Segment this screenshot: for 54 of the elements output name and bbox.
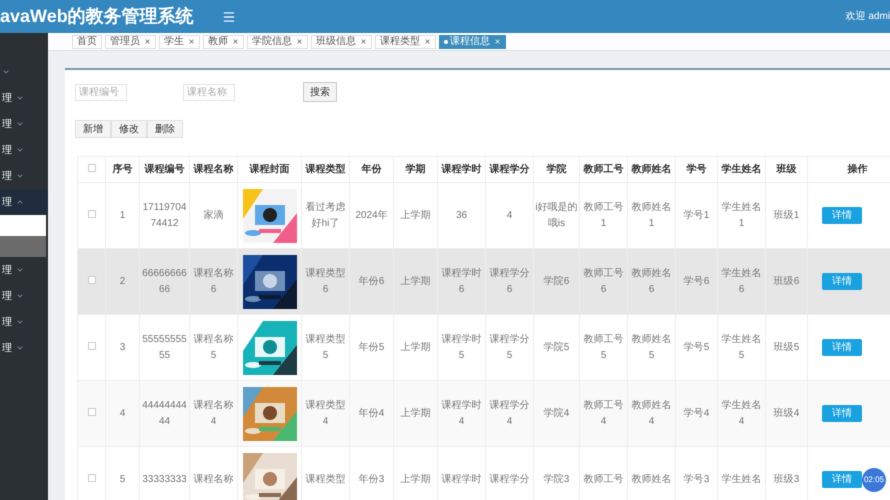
close-icon[interactable] <box>144 38 151 45</box>
action-button[interactable]: 修改 <box>111 120 147 138</box>
chevron-up-icon <box>16 198 24 206</box>
sidebar-item[interactable]: 理 <box>0 189 48 215</box>
select-all-checkbox[interactable] <box>88 164 96 172</box>
table-row[interactable]: 2 6666666666 课程名称6 课程类型6 年份6 上学期 课程学时6 课程学分6 学院6 教师工号6 教师姓名6 学号6 学生姓名6 班级6 详情 <box>78 248 890 314</box>
submenu-item[interactable] <box>0 215 46 236</box>
sidebar-item[interactable]: 理 <box>0 257 48 283</box>
welcome-text: 欢迎 admi <box>846 10 890 24</box>
chevron-down-icon <box>16 146 24 154</box>
tab[interactable]: 管理员 <box>105 34 156 48</box>
tab[interactable]: 教师 <box>203 34 244 48</box>
sidebar-item[interactable]: 理 <box>0 163 48 189</box>
chevron-down-icon <box>16 120 24 128</box>
tab[interactable]: 班级信息 <box>311 34 372 48</box>
sidebar-item[interactable]: 理 <box>0 85 48 111</box>
tab[interactable]: 课程类型 <box>375 34 436 48</box>
close-icon[interactable] <box>188 38 195 45</box>
tab[interactable]: 学生 <box>159 34 200 48</box>
menu-icon[interactable] <box>222 10 236 24</box>
close-icon[interactable] <box>296 38 303 45</box>
tab[interactable]: 首页 <box>72 34 102 48</box>
chevron-down-icon <box>16 318 24 326</box>
sidebar-item[interactable]: 理 <box>0 111 48 137</box>
chevron-down-icon <box>2 68 10 76</box>
search-field[interactable]: 课程编号 <box>75 84 127 100</box>
search-button[interactable]: 搜索 <box>303 82 337 102</box>
chevron-down-icon <box>16 94 24 102</box>
chevron-down-icon <box>16 344 24 352</box>
tab[interactable]: 课程信息 <box>439 34 506 48</box>
table-cell: 33333333 <box>140 446 190 500</box>
chevron-down-icon <box>16 172 24 180</box>
row-checkbox[interactable] <box>88 474 96 482</box>
action-button[interactable]: 新增 <box>75 120 111 138</box>
row-checkbox[interactable] <box>88 342 96 350</box>
sidebar-item[interactable]: 理 <box>0 283 48 309</box>
tab[interactable]: 学院信息 <box>247 34 308 48</box>
row-checkbox[interactable] <box>88 408 96 416</box>
table-row[interactable]: 3 5555555555 课程名称5 课程类型5 年份5 上学期 课程学时5 课程学分5 学院5 教师工号5 教师姓名5 学号5 学生姓名5 班级5 详情 <box>78 314 890 380</box>
submenu-item[interactable] <box>0 236 46 257</box>
close-icon[interactable] <box>232 38 239 45</box>
sidebar-item[interactable]: 理 <box>0 309 48 335</box>
table-row[interactable]: 4 4444444444 课程名称4 课程类型4 年份4 上学期 课程学时4 课程学分4 学院4 教师工号4 教师姓名4 学号4 学生姓名4 班级4 详情 <box>78 380 890 446</box>
chevron-down-icon <box>16 266 24 274</box>
chevron-down-icon <box>16 292 24 300</box>
sidebar-item[interactable]: 理 <box>0 137 48 163</box>
row-checkbox[interactable] <box>88 210 96 218</box>
action-button[interactable]: 删除 <box>147 120 183 138</box>
row-checkbox[interactable] <box>88 276 96 284</box>
close-icon[interactable] <box>360 38 367 45</box>
close-icon[interactable] <box>424 38 431 45</box>
app-title: avaWeb的教务管理系统 <box>0 5 194 28</box>
sidebar-item[interactable]: 理 <box>0 335 48 361</box>
search-field[interactable]: 课程名称 <box>183 84 235 100</box>
